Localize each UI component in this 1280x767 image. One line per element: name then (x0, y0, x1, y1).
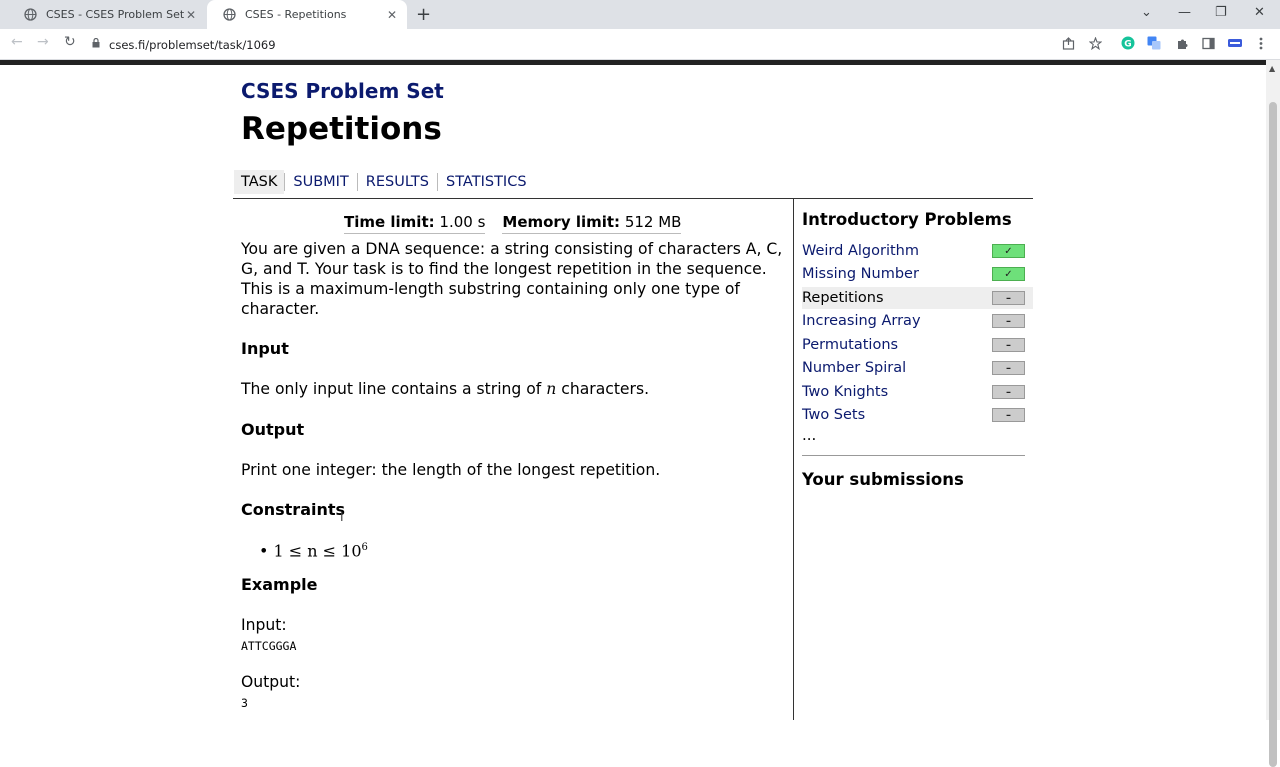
close-tab-icon[interactable]: ✕ (186, 8, 196, 22)
restore-button[interactable]: ❐ (1215, 5, 1227, 20)
example-input-label: Input: (241, 616, 287, 634)
tab-task[interactable]: TASK (234, 170, 285, 194)
input-variable: n (546, 380, 557, 398)
statement-text: You are given a DNA sequence: a string c… (241, 240, 783, 318)
window-close-button[interactable]: ✕ (1254, 5, 1265, 20)
browser-tab-bar: CSES - CSES Problem Set - Tasks ✕ CSES -… (0, 0, 1280, 29)
extension-badge-icon[interactable] (1228, 36, 1242, 50)
translate-icon[interactable] (1147, 36, 1161, 50)
browser-toolbar: ← → ↻ cses.fi/problemset/task/1069 G (0, 29, 1280, 60)
url-text: cses.fi/problemset/task/1069 (109, 37, 276, 52)
content-divider-vertical (793, 198, 794, 720)
text-cursor-icon: I (340, 510, 344, 524)
example-input-value: ATTCGGGA (241, 639, 297, 653)
page-scrollbar[interactable]: ▲ (1266, 60, 1280, 767)
globe-icon (24, 8, 37, 21)
tab-statistics[interactable]: STATISTICS (437, 173, 535, 191)
memory-limit-label: Memory limit: (502, 213, 621, 231)
sidebar-task-increasing-array[interactable]: Increasing Array – (802, 310, 1033, 332)
example-output-value: 3 (241, 696, 248, 710)
browser-tab-repetitions[interactable]: CSES - Repetitions ✕ (207, 0, 407, 29)
browser-tab-title: CSES - CSES Problem Set - Tasks (46, 8, 186, 21)
output-heading: Output (241, 420, 305, 439)
sidebar-divider (802, 455, 1025, 456)
task-tabs: TASK SUBMIT RESULTS STATISTICS (234, 170, 535, 194)
unsolved-dash-icon: – (992, 408, 1025, 422)
page-title: Repetitions (241, 111, 442, 147)
sidebar-task-number-spiral[interactable]: Number Spiral – (802, 357, 1033, 379)
input-text-post: characters. (556, 380, 650, 398)
unsolved-dash-icon: – (992, 291, 1025, 305)
bookmark-star-icon[interactable] (1088, 36, 1102, 50)
solved-check-icon: ✓ (992, 244, 1025, 258)
forward-button[interactable]: → (37, 34, 49, 50)
minimize-button[interactable]: — (1178, 5, 1191, 20)
browser-tab-title: CSES - Repetitions (245, 8, 347, 21)
scroll-up-icon[interactable]: ▲ (1269, 64, 1275, 73)
sidebar-title: Introductory Problems (802, 210, 1012, 229)
page-content: CSES Problem Set Repetitions TASK SUBMIT… (0, 65, 1266, 720)
input-text: The only input line contains a string of… (241, 379, 786, 399)
unsolved-dash-icon: – (992, 385, 1025, 399)
input-heading: Input (241, 339, 289, 358)
address-bar[interactable]: cses.fi/problemset/task/1069 (92, 34, 276, 55)
input-text-pre: The only input line contains a string of (241, 380, 547, 398)
share-icon[interactable] (1061, 36, 1075, 50)
content-divider-horizontal (233, 198, 1033, 199)
scrollbar-thumb[interactable] (1269, 102, 1277, 767)
sidebar-task-permutations[interactable]: Permutations – (802, 334, 1033, 356)
more-tasks-link[interactable]: ... (802, 426, 816, 444)
solved-check-icon: ✓ (992, 267, 1025, 281)
extensions-puzzle-icon[interactable] (1175, 36, 1189, 50)
unsolved-dash-icon: – (992, 361, 1025, 375)
output-text: Print one integer: the length of the lon… (241, 461, 661, 479)
grammarly-icon[interactable]: G (1121, 36, 1135, 50)
sidebar-task-two-knights[interactable]: Two Knights – (802, 381, 1033, 403)
sidebar-task-weird-algorithm[interactable]: Weird Algorithm ✓ (802, 240, 1033, 262)
tab-search-icon[interactable]: ⌄ (1141, 5, 1152, 20)
constraint-item: • 1 ≤ n ≤ 106 (259, 541, 368, 561)
tab-submit[interactable]: SUBMIT (284, 173, 356, 191)
back-button[interactable]: ← (11, 34, 23, 50)
tab-results[interactable]: RESULTS (356, 173, 437, 191)
site-title[interactable]: CSES Problem Set (241, 79, 444, 103)
limits: Time limit: 1.00 s Memory limit: 512 MB (344, 212, 698, 234)
sidebar-task-missing-number[interactable]: Missing Number ✓ (802, 263, 1033, 285)
time-limit-label: Time limit: (344, 213, 435, 231)
sidebar-task-repetitions[interactable]: Repetitions – (802, 287, 1033, 309)
constraint-text: 1 ≤ n ≤ 10 (273, 541, 362, 561)
memory-limit-value: 512 MB (624, 213, 682, 231)
submissions-heading: Your submissions (802, 470, 964, 489)
lock-icon (92, 37, 100, 51)
browser-tab-tasks[interactable]: CSES - CSES Problem Set - Tasks ✕ (8, 0, 206, 29)
example-output-label: Output: (241, 673, 301, 691)
constraints-heading: Constraints (241, 500, 346, 519)
side-panel-icon[interactable] (1201, 36, 1215, 50)
constraint-exponent: 6 (361, 542, 368, 553)
time-limit-value: 1.00 s (439, 213, 486, 231)
close-tab-icon[interactable]: ✕ (387, 8, 397, 22)
time-limit: Time limit: 1.00 s (344, 212, 486, 234)
example-heading: Example (241, 575, 318, 594)
memory-limit: Memory limit: 512 MB (502, 212, 682, 234)
unsolved-dash-icon: – (992, 314, 1025, 328)
sidebar-task-two-sets[interactable]: Two Sets – (802, 404, 1033, 426)
browser-menu-icon[interactable] (1254, 36, 1268, 50)
new-tab-button[interactable]: + (416, 4, 431, 25)
svg-text:G: G (1124, 40, 1131, 50)
unsolved-dash-icon: – (992, 338, 1025, 352)
globe-icon (223, 8, 236, 21)
reload-button[interactable]: ↻ (64, 34, 76, 50)
